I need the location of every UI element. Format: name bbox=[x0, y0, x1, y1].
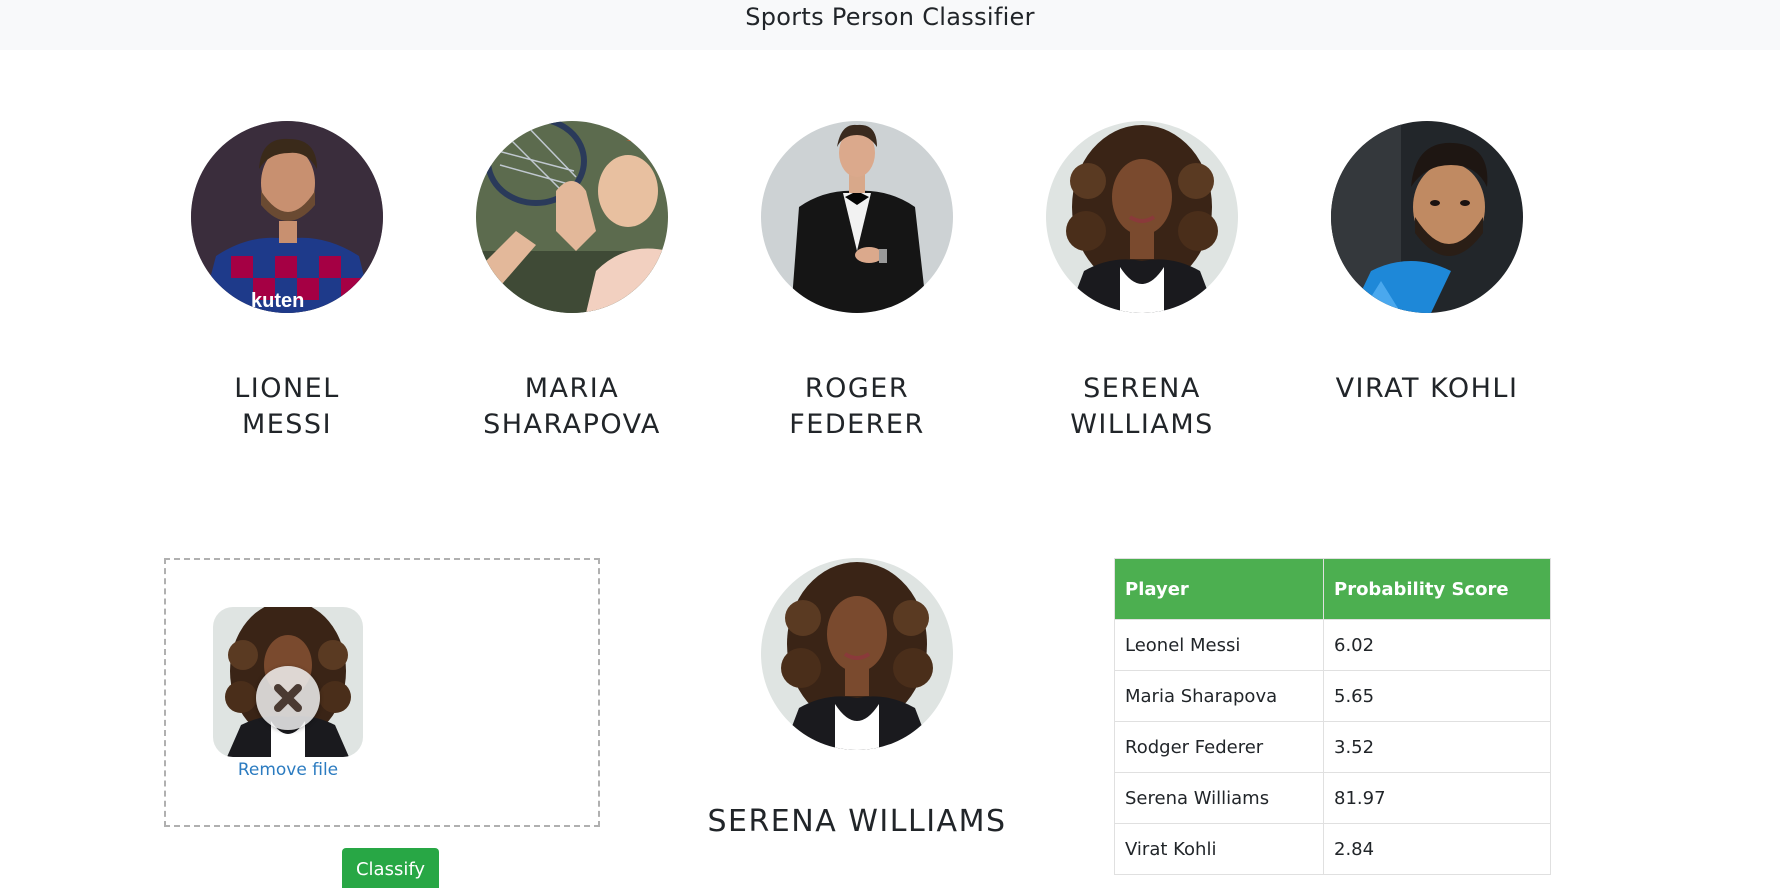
player-photo-messi: kuten bbox=[191, 121, 383, 313]
player-photo-federer bbox=[761, 121, 953, 313]
probability-table: Player Probability Score Leonel Messi 6.… bbox=[1114, 558, 1551, 875]
player-photo-serena bbox=[1046, 121, 1238, 313]
table-row: Maria Sharapova 5.65 bbox=[1114, 670, 1551, 722]
player-name-messi: LIONEL MESSI bbox=[167, 371, 407, 443]
player-card-federer: ROGER FEDERER bbox=[737, 121, 977, 443]
table-row: Leonel Messi 6.02 bbox=[1114, 619, 1551, 671]
player-name-line: WILLIAMS bbox=[1070, 409, 1214, 440]
player-name-line: MARIA bbox=[524, 373, 620, 404]
player-name-line: SHARAPOVA bbox=[483, 409, 661, 440]
table-cell-score: 2.84 bbox=[1323, 823, 1551, 875]
result-player-name: SERENA WILLIAMS bbox=[707, 804, 1007, 839]
table-cell-score: 5.65 bbox=[1323, 670, 1551, 722]
player-name-federer: ROGER FEDERER bbox=[737, 371, 977, 443]
player-photo-kohli bbox=[1331, 121, 1523, 313]
image-dropzone[interactable]: Remove file bbox=[164, 558, 600, 827]
remove-file-icon[interactable] bbox=[256, 666, 320, 730]
player-name-line: ROGER bbox=[804, 373, 910, 404]
player-card-sharapova: MARIA SHARAPOVA bbox=[452, 121, 692, 443]
remove-file-link[interactable]: Remove file bbox=[213, 760, 363, 780]
player-name-line: FEDERER bbox=[789, 409, 925, 440]
player-name-line: VIRAT KOHLI bbox=[1335, 373, 1519, 404]
player-card-messi: kuten LIONEL MESSI bbox=[167, 121, 407, 443]
table-row: Rodger Federer 3.52 bbox=[1114, 721, 1551, 773]
navbar: Sports Person Classifier bbox=[0, 0, 1780, 50]
classify-button[interactable]: Classify bbox=[342, 848, 439, 888]
player-card-kohli: VIRAT KOHLI bbox=[1307, 121, 1547, 407]
table-row: Serena Williams 81.97 bbox=[1114, 772, 1551, 824]
navbar-title[interactable]: Sports Person Classifier bbox=[745, 3, 1035, 31]
player-name-line: SERENA bbox=[1083, 373, 1201, 404]
result-photo bbox=[761, 558, 953, 750]
table-cell-player: Maria Sharapova bbox=[1114, 670, 1324, 722]
table-cell-player: Virat Kohli bbox=[1114, 823, 1324, 875]
player-name-line: MESSI bbox=[241, 409, 333, 440]
player-name-line: LIONEL bbox=[234, 373, 340, 404]
player-photo-sharapova bbox=[476, 121, 668, 313]
player-card-serena: SERENA WILLIAMS bbox=[1022, 121, 1262, 443]
column-header-probability: Probability Score bbox=[1323, 558, 1551, 620]
player-name-sharapova: MARIA SHARAPOVA bbox=[452, 371, 692, 443]
table-cell-player: Rodger Federer bbox=[1114, 721, 1324, 773]
table-cell-score: 81.97 bbox=[1323, 772, 1551, 824]
table-cell-player: Leonel Messi bbox=[1114, 619, 1324, 671]
table-header-row: Player Probability Score bbox=[1114, 558, 1551, 620]
column-header-player: Player bbox=[1114, 558, 1324, 620]
player-name-kohli: VIRAT KOHLI bbox=[1307, 371, 1547, 407]
player-name-serena: SERENA WILLIAMS bbox=[1022, 371, 1262, 443]
table-row: Virat Kohli 2.84 bbox=[1114, 823, 1551, 875]
table-cell-player: Serena Williams bbox=[1114, 772, 1324, 824]
svg-text:kuten: kuten bbox=[251, 290, 304, 312]
table-cell-score: 6.02 bbox=[1323, 619, 1551, 671]
table-cell-score: 3.52 bbox=[1323, 721, 1551, 773]
